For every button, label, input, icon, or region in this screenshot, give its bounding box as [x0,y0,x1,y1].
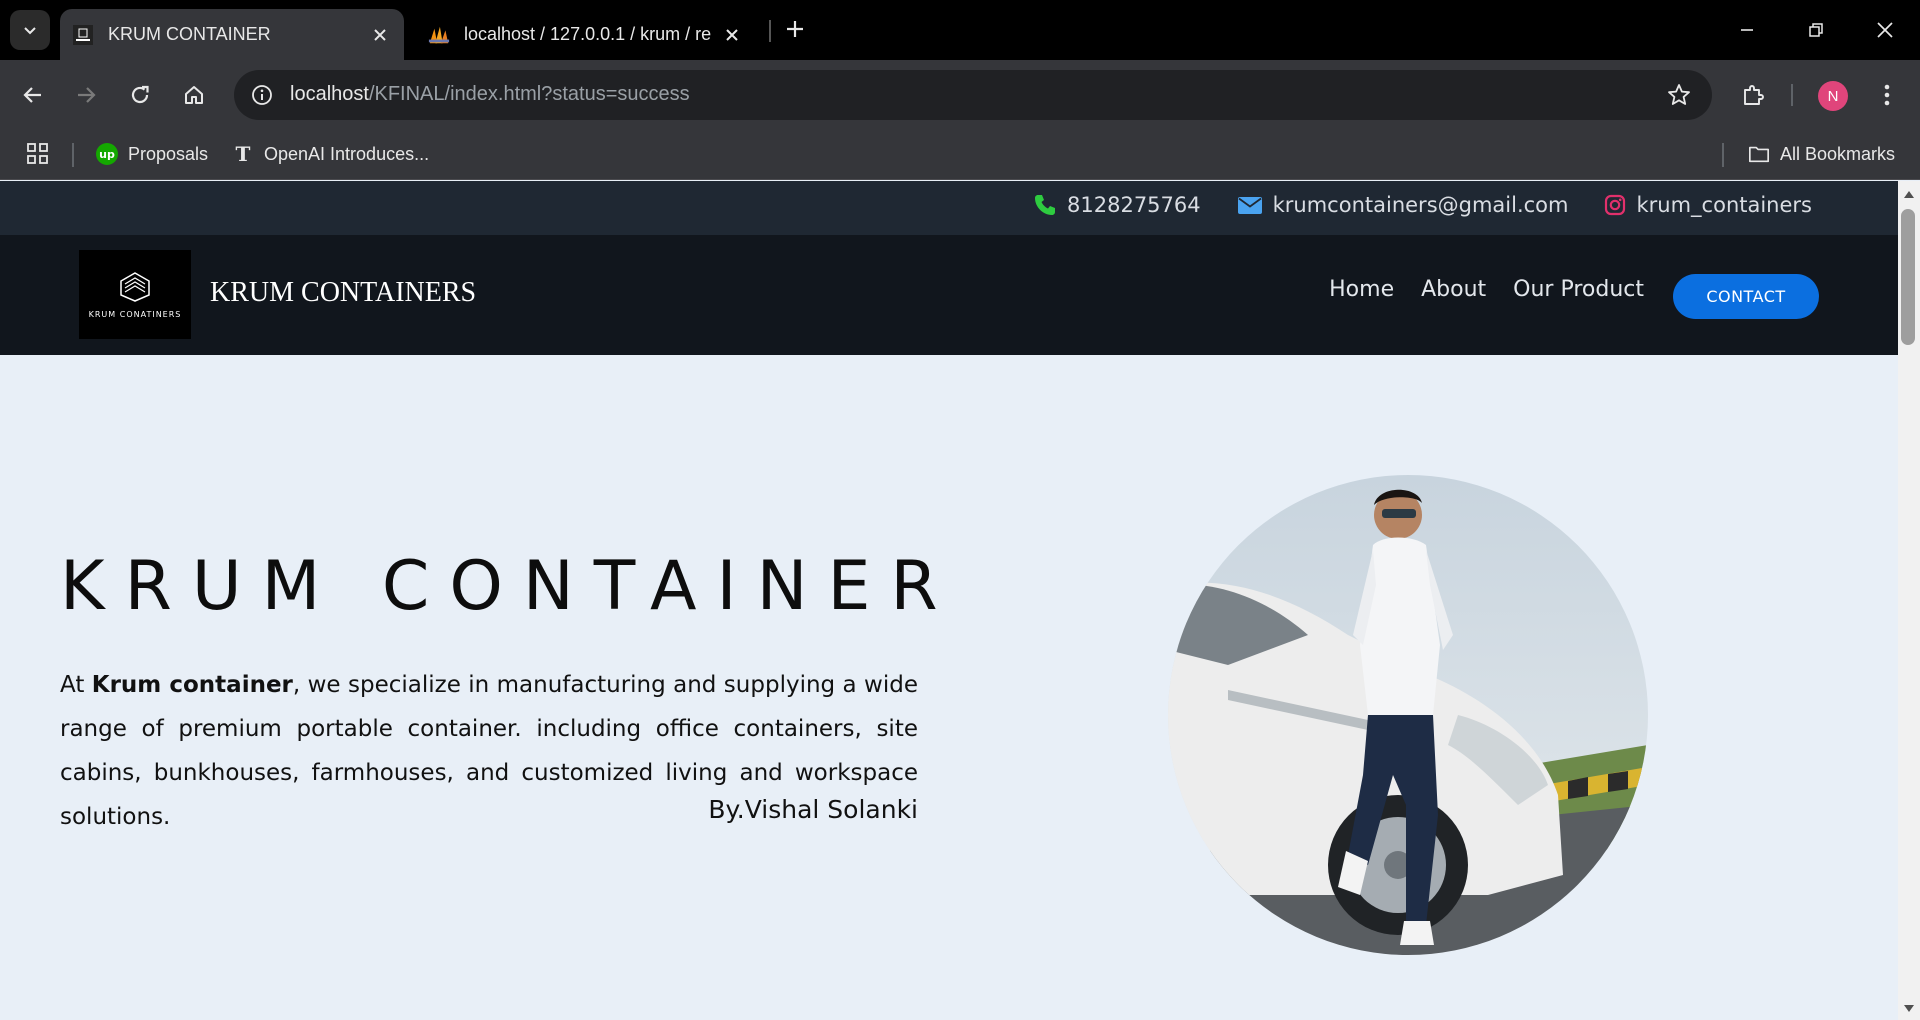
toolbar-separator [1791,84,1793,106]
tab-krum-container[interactable]: KRUM CONTAINER [60,9,404,60]
reload-icon [131,85,149,104]
site-logo[interactable]: KRUM CONATINERS [79,250,191,339]
page-scrollbar[interactable] [1898,181,1920,1020]
arrow-right-icon [78,87,96,103]
bookmark-label: Proposals [128,143,209,164]
phone-contact[interactable]: 8128275764 [1033,193,1201,217]
scrollbar-thumb[interactable] [1901,209,1915,345]
instagram-handle: krum_containers [1636,193,1812,217]
phpmyadmin-icon [428,24,450,46]
logo-text: KRUM CONATINERS [88,310,182,319]
instagram-contact[interactable]: krum_containers [1604,193,1812,217]
contact-topbar: 8128275764 krumcontainers@gmail.com krum… [0,181,1898,235]
brand-name[interactable]: KRUM CONTAINERS [210,277,476,309]
restore-icon [1809,23,1823,37]
hero-author: By.Vishal Solanki [708,795,918,824]
puzzle-icon [1744,85,1764,105]
minimize-button[interactable] [1712,0,1782,60]
phone-icon [1035,195,1056,215]
folder-icon [1748,143,1770,165]
site-favicon-icon [72,24,94,46]
more-vertical-icon [1884,84,1890,106]
tab-separator [769,20,771,42]
email-address: krumcontainers@gmail.com [1272,193,1569,217]
browser-toolbar: localhost/KFINAL/index.html?status=succe… [0,60,1920,129]
instagram-icon [1605,194,1626,216]
tab-phpmyadmin[interactable]: localhost / 127.0.0.1 / krum / re [416,9,756,60]
url-host: localhost [290,83,369,105]
extensions-button[interactable] [1734,76,1772,114]
phone-number: 8128275764 [1067,193,1201,217]
bookmark-openai[interactable]: T OpenAI Introduces... [232,139,430,169]
scroll-down-arrow-icon[interactable] [1903,1004,1915,1014]
close-tab-icon[interactable] [366,21,394,49]
reload-button[interactable] [121,76,159,114]
main-navbar: KRUM CONATINERS KRUM CONTAINERS Home Abo… [0,235,1898,355]
address-bar[interactable]: localhost/KFINAL/index.html?status=succe… [234,70,1712,120]
contact-info: 8128275764 krumcontainers@gmail.com krum… [1033,193,1812,217]
nav-link-about[interactable]: About [1421,277,1486,302]
bookmark-proposals[interactable]: up Proposals [96,139,208,169]
tab-title: localhost / 127.0.0.1 / krum / re [464,24,712,44]
arrow-left-icon [23,87,41,103]
close-tab-icon[interactable] [718,21,746,49]
close-window-button[interactable] [1850,0,1920,60]
new-tab-button[interactable] [778,12,812,46]
svg-text:T: T [236,143,251,165]
home-icon [185,86,203,104]
close-icon [1877,22,1893,38]
scroll-up-arrow-icon[interactable] [1903,189,1915,199]
hero-desc-company: Krum container [91,672,293,698]
container-logo-icon [120,272,150,302]
minimize-icon [1741,29,1753,31]
restore-button[interactable] [1781,0,1851,60]
back-button[interactable] [14,76,52,114]
all-bookmarks-button[interactable]: All Bookmarks [1748,139,1895,169]
nav-links: Home About Our Product [1329,277,1644,302]
bookmark-star-icon[interactable] [1666,82,1692,108]
bookmarks-bar: up Proposals T OpenAI Introduces... All … [0,129,1920,180]
url-text[interactable]: localhost/KFINAL/index.html?status=succe… [290,83,690,106]
envelope-icon [1237,197,1262,214]
page-viewport: 8128275764 krumcontainers@gmail.com krum… [0,181,1898,1020]
email-contact[interactable]: krumcontainers@gmail.com [1237,193,1569,217]
upwork-icon: up [96,143,118,165]
plus-icon [787,21,803,37]
profile-avatar[interactable]: N [1818,81,1848,111]
hero-title: KRUM CONTAINER [60,547,958,626]
bookmark-label: OpenAI Introduces... [264,143,430,164]
tab-strip: KRUM CONTAINER localhost / 127.0.0.1 / k… [0,0,1920,60]
hero-desc-prefix: At [60,672,92,698]
chevron-down-icon [24,27,36,35]
site-info-icon[interactable] [250,83,274,107]
tab-search-button[interactable] [10,10,50,50]
url-path: /KFINAL/index.html?status=success [368,83,690,105]
browser-menu-button[interactable] [1872,76,1902,114]
contact-button[interactable]: CONTACT [1673,274,1819,319]
tab-title: KRUM CONTAINER [108,24,271,44]
home-button[interactable] [175,76,213,114]
all-bookmarks-label: All Bookmarks [1780,143,1896,164]
apps-grid-icon[interactable] [26,142,50,166]
founder-photo [1168,475,1648,955]
bookmarks-separator [72,143,74,167]
nav-link-our-product[interactable]: Our Product [1513,277,1644,302]
forward-button[interactable] [67,76,105,114]
nav-link-home[interactable]: Home [1329,277,1394,302]
svg-text:up: up [99,148,115,161]
nyt-icon: T [232,143,254,165]
bookmarks-separator [1722,143,1724,167]
